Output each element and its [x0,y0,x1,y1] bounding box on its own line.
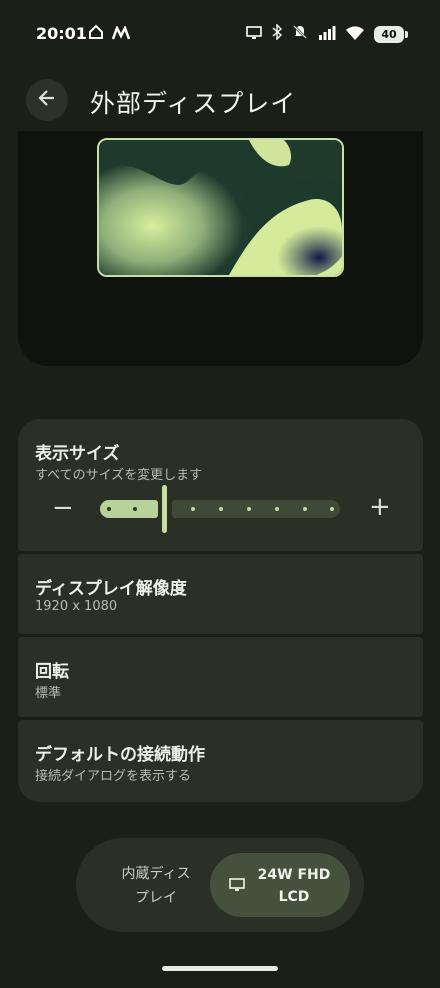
external-display-preview[interactable] [97,138,344,277]
default-action-item[interactable]: デフォルトの接続動作 接続ダイアログを表示する [18,720,423,802]
wallpaper-image [99,140,342,275]
display-size-card: 表示サイズ すべてのサイズを変更します [18,419,423,551]
signal-icon [318,25,336,44]
slider-tick [247,507,251,511]
wifi-icon [346,25,364,44]
external-display-label: 24W FHD LCD [257,867,331,905]
mute-icon [292,24,308,44]
slider-tick [275,507,279,511]
back-button[interactable] [26,79,68,121]
m-icon [111,24,131,44]
slider-thumb[interactable] [162,485,167,533]
monitor-icon [229,877,245,896]
rotation-value: 標準 [35,686,62,701]
status-time: 20:01 [36,24,87,43]
resolution-title: ディスプレイ解像度 [35,579,187,599]
size-increase-button[interactable]: + [369,494,391,520]
status-bar: 20:01 40 [0,0,440,70]
slider-tick [330,507,334,511]
display-size-title: 表示サイズ [35,444,120,464]
monitor-icon [246,25,262,44]
battery-indicator: 40 [374,25,408,43]
slider-tick [107,507,111,511]
internal-display-option[interactable]: 内蔵ディス プレイ [108,862,204,910]
arrow-back-icon [37,88,57,112]
resolution-item[interactable]: ディスプレイ解像度 1920 x 1080 [18,554,423,634]
default-action-title: デフォルトの接続動作 [35,745,205,765]
rotation-title: 回転 [35,662,69,682]
home-indicator[interactable] [162,966,278,971]
resolution-value: 1920 x 1080 [35,599,118,614]
page-title: 外部ディスプレイ [90,89,297,118]
slider-tick [191,507,195,511]
slider-track-inactive[interactable] [172,500,340,518]
slider-tick [219,507,223,511]
rotation-item[interactable]: 回転 標準 [18,637,423,717]
display-size-subtitle: すべてのサイズを変更します [35,468,203,483]
slider-tick [303,507,307,511]
slider-tick [133,507,137,511]
size-decrease-button[interactable]: − [52,495,74,521]
bluetooth-icon [272,23,283,44]
home-icon [88,24,104,44]
default-action-value: 接続ダイアログを表示する [35,769,192,784]
